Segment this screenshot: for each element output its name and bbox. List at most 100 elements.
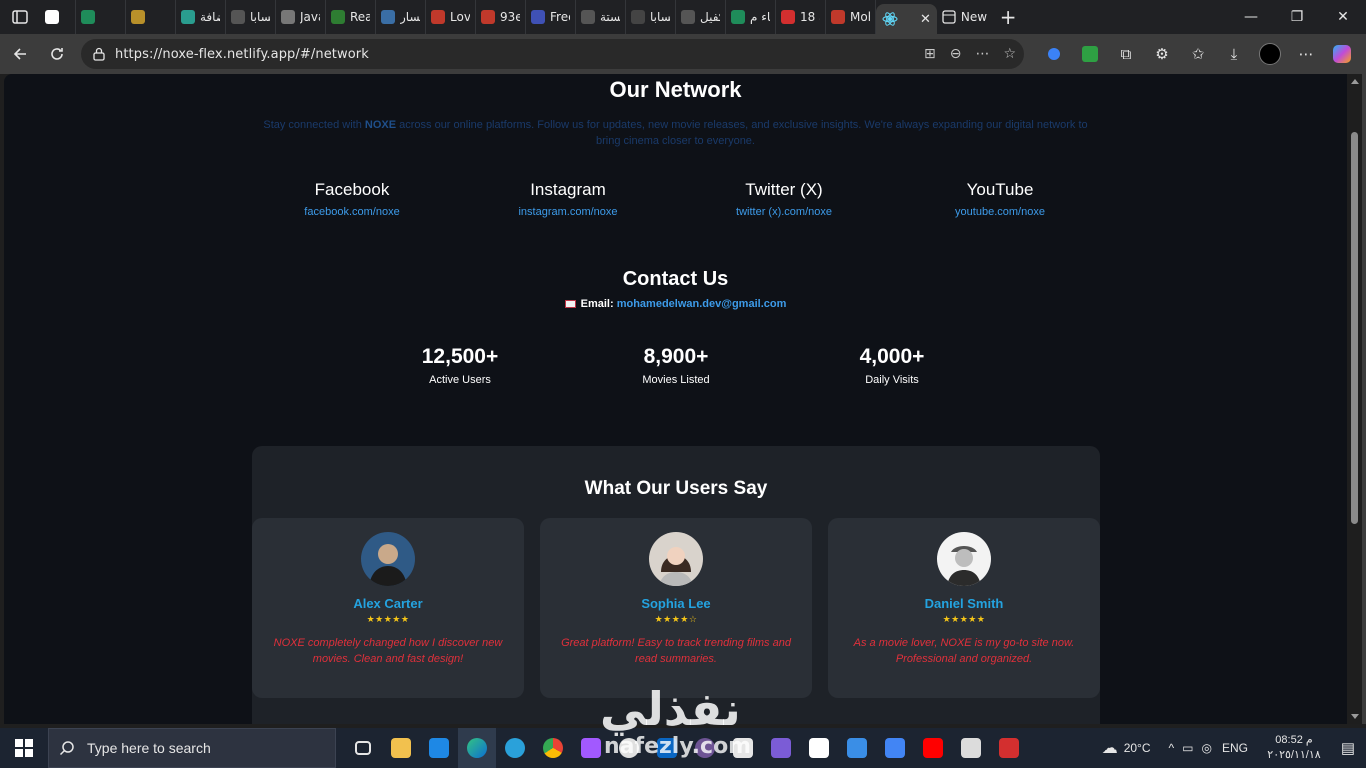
github-desktop-icon[interactable] [686,728,724,768]
weather-icon[interactable]: ☁ [1102,738,1118,758]
figma-icon[interactable] [572,728,610,768]
start-button[interactable] [0,728,48,768]
star-app-icon[interactable] [762,728,800,768]
browser-tab[interactable]: Freep [526,0,576,34]
minimize-icon[interactable]: — [1228,0,1274,34]
taskbar-search[interactable]: Type here to search [48,728,336,768]
browser-tab[interactable] [126,0,176,34]
clock[interactable]: 08:52 م ٢٠٢٥/١١/١٨ [1258,733,1330,763]
task-view-icon[interactable] [344,728,382,768]
tab-title: إضافة [200,10,220,24]
new-tab-button[interactable]: + [992,0,1024,34]
contact-title: Contact Us [622,268,729,290]
browser-tab[interactable]: مستة [576,0,626,34]
network-link[interactable]: instagram.com/noxe [468,206,668,218]
notion-icon[interactable] [800,728,838,768]
edge-icon[interactable] [458,728,496,768]
browser-tab[interactable]: Moh [826,0,876,34]
scrollbar-thumb[interactable] [1351,132,1358,524]
testimonial-card: Daniel Smith ★★★★★ As a movie lover, NOX… [828,518,1100,698]
page-viewport: Our Network Stay connected with NOXE acr… [4,74,1347,724]
photos-icon[interactable] [838,728,876,768]
tab-favicon-icon [581,10,595,24]
restore-icon[interactable]: ❐ [1274,0,1320,34]
tab-active[interactable]: ✕ [876,4,937,34]
browser-tab[interactable] [76,0,126,34]
telegram-icon[interactable] [496,728,534,768]
performance-icon[interactable]: ⚙ [1144,36,1180,72]
email-link[interactable]: mohamedelwan.dev@gmail.com [617,298,787,310]
network-youtube: YouTube youtube.com/noxe [900,180,1100,218]
browser-tab[interactable]: 18 أف [776,0,826,34]
notifications-icon[interactable]: ▤ [1330,739,1366,757]
browser-tab[interactable]: Javas [276,0,326,34]
weather-temp[interactable]: 20°C [1124,741,1151,755]
tab-favicon-icon [731,10,745,24]
browser-tab[interactable]: كفيل [676,0,726,34]
network-link[interactable]: facebook.com/noxe [252,206,452,218]
address-bar[interactable]: https://noxe-flex.netlify.app/#/network … [81,39,1024,69]
tab-favicon-icon [131,10,145,24]
network-facebook: Facebook facebook.com/noxe [252,180,452,218]
translate-icon[interactable] [876,728,914,768]
close-tab-icon[interactable]: ✕ [920,12,931,27]
acrobat-icon[interactable] [990,728,1028,768]
scroll-up-icon[interactable] [1351,79,1359,84]
extensions-icon[interactable]: ⧉ [1108,36,1144,72]
network-icon[interactable]: ◎ [1202,741,1212,755]
chatgpt-icon[interactable] [724,728,762,768]
browser-tab[interactable]: حسابا [626,0,676,34]
tab-favicon-icon [681,10,695,24]
browser-tab[interactable]: مسار [376,0,426,34]
browser-tab[interactable]: 93e0 [476,0,526,34]
close-window-icon[interactable]: ✕ [1320,0,1366,34]
tab-actions-button[interactable] [0,0,40,34]
envelope-icon [564,300,576,308]
stat-value: 12,500+ [421,345,499,368]
network-link[interactable]: twitter (x).com/noxe [684,206,884,218]
avatar [937,532,991,586]
tab-new[interactable]: New [937,0,992,34]
browser-toolbar: https://noxe-flex.netlify.app/#/network … [0,34,1366,74]
downloads-icon[interactable]: ⤓ [1216,36,1252,72]
translate-extension-icon[interactable] [1072,36,1108,72]
chrome-icon[interactable] [534,728,572,768]
more-omni-icon[interactable]: ⋯ [975,46,989,62]
browser-tab[interactable] [40,0,76,34]
user-name: Sophia Lee [641,596,711,611]
favorites-icon[interactable]: ✩ [1180,36,1216,72]
media-player-icon[interactable] [610,728,648,768]
language-indicator[interactable]: ENG [1222,741,1248,755]
browser-tab[interactable]: إضافة [176,0,226,34]
calculator-icon[interactable] [952,728,990,768]
app-available-icon[interactable]: ⊞ [924,46,936,62]
browser-tab[interactable]: حسابا [226,0,276,34]
tab-favicon-icon [181,10,195,24]
url-text[interactable]: https://noxe-flex.netlify.app/#/network [115,47,369,62]
network-link[interactable]: youtube.com/noxe [900,206,1100,218]
browser-tab[interactable]: Lova [426,0,476,34]
reload-button[interactable] [40,37,74,71]
vscode-icon[interactable] [420,728,458,768]
profile-dot-icon[interactable] [1036,36,1072,72]
tab-favicon-icon [81,10,95,24]
browser-tab[interactable]: إنشاء م [726,0,776,34]
system-tray: ☁ 20°C ^ ▭ ◎ ENG 08:52 م ٢٠٢٥/١١/١٨ ▤ [1102,728,1366,768]
battery-icon[interactable]: ▭ [1182,741,1193,755]
scroll-down-icon[interactable] [1351,714,1359,719]
linkedin-icon[interactable] [648,728,686,768]
browser-tab[interactable]: Reac [326,0,376,34]
stat-active-users: 12,500+ Active Users [370,345,550,386]
tab-title: Freep [550,10,570,24]
tray-chevron-icon[interactable]: ^ [1169,741,1175,755]
zoom-icon[interactable]: ⊖ [950,46,962,62]
copilot-icon[interactable] [1324,36,1360,72]
settings-more-icon[interactable]: ⋯ [1288,36,1324,72]
favorite-star-icon[interactable]: ☆ [1003,46,1016,62]
youtube-icon[interactable] [914,728,952,768]
stat-value: 4,000+ [859,345,925,368]
file-explorer-icon[interactable] [382,728,420,768]
profile-avatar[interactable] [1252,36,1288,72]
back-button[interactable] [3,37,37,71]
page-scrollbar[interactable] [1347,74,1362,724]
